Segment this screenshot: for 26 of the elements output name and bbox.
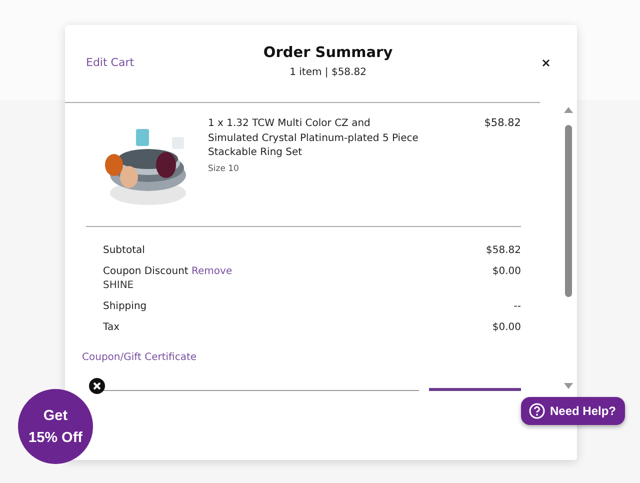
- total-value: $0.00: [492, 266, 521, 277]
- coupon-code: SHINE: [103, 280, 135, 291]
- remove-link[interactable]: Remove: [192, 266, 232, 277]
- dialog-title: Order Summary: [263, 45, 393, 61]
- total-value: $0.00: [492, 322, 521, 333]
- scroll-up-icon[interactable]: [564, 107, 573, 113]
- scroll-down-icon[interactable]: [564, 383, 573, 389]
- close-icon: [542, 59, 550, 67]
- total-label: Shipping: [103, 301, 147, 312]
- help-icon: [529, 403, 545, 419]
- total-value: --: [514, 301, 521, 312]
- coupon-field[interactable]: [103, 388, 419, 391]
- product-price: $58.82: [484, 117, 521, 131]
- total-label: Coupon Discount: [103, 266, 188, 277]
- edit-cart-link[interactable]: Edit Cart: [86, 56, 134, 69]
- scrollbar-thumb[interactable]: [565, 125, 572, 297]
- total-value: $58.82: [486, 245, 521, 256]
- coupon-link[interactable]: Coupon/Gift Certificate: [82, 352, 197, 363]
- product-name: 1 x 1.32 TCW Multi Color CZ and Simulated Crystal Platinum-plated 5 Piece Stackable Ring Set: [208, 117, 420, 160]
- help-button[interactable]: Need Help?: [521, 397, 626, 425]
- total-label: Subtotal: [103, 245, 145, 256]
- item-count: 1 item | $58.82: [290, 67, 366, 78]
- discount-badge[interactable]: Get 15% Off: [18, 389, 93, 464]
- total-label: Tax: [103, 322, 120, 333]
- product-size: Size 10: [208, 164, 240, 174]
- close-icon[interactable]: [89, 378, 105, 394]
